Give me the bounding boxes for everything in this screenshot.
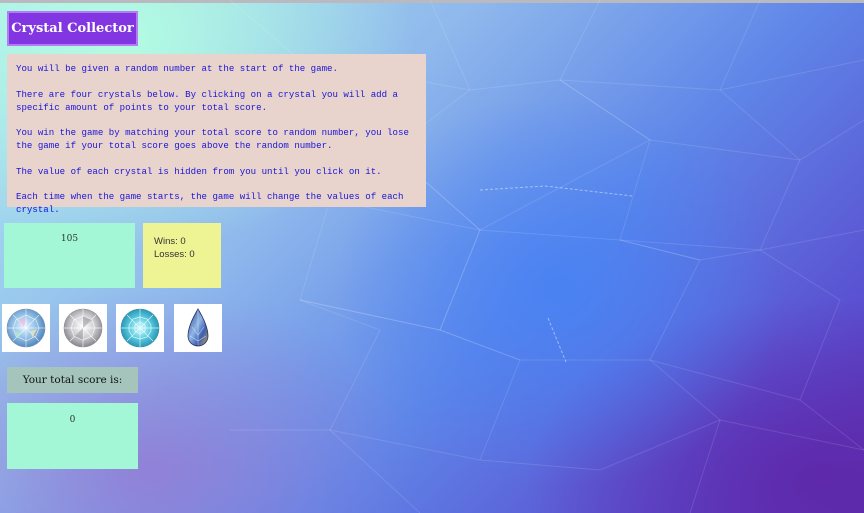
crystal-collector-title-button[interactable]: Crystal Collector <box>7 11 138 46</box>
instructions-panel: You will be given a random number at the… <box>7 54 426 215</box>
total-score-box: 0 <box>7 403 138 469</box>
instruction-line: You win the game by matching your total … <box>16 127 409 151</box>
crystal-button-3[interactable] <box>116 304 164 352</box>
win-loss-box: Wins: 0 Losses: 0 <box>143 223 221 288</box>
total-score-label: Your total score is: <box>7 367 138 393</box>
random-number-box: 105 <box>4 223 135 288</box>
crystal-button-2[interactable] <box>59 304 107 352</box>
teardrop-crystal-icon <box>187 308 209 347</box>
losses-count: Losses: 0 <box>154 249 195 260</box>
crystal-button-4[interactable] <box>174 304 222 352</box>
round-aqua-crystal-icon <box>120 308 160 348</box>
random-number: 105 <box>60 234 79 244</box>
round-blue-rainbow-crystal-icon <box>6 308 46 348</box>
instruction-line: The value of each crystal is hidden from… <box>16 165 382 177</box>
total-score-value: 0 <box>69 415 76 425</box>
wins-count: Wins: 0 <box>154 236 186 247</box>
instruction-line: Each time when the game starts, the game… <box>16 191 404 215</box>
instruction-line: You will be given a random number at the… <box>16 63 338 74</box>
crystal-button-1[interactable] <box>2 304 50 352</box>
round-clear-crystal-icon <box>63 308 103 348</box>
instruction-line: There are four crystals below. By clicki… <box>16 88 398 113</box>
